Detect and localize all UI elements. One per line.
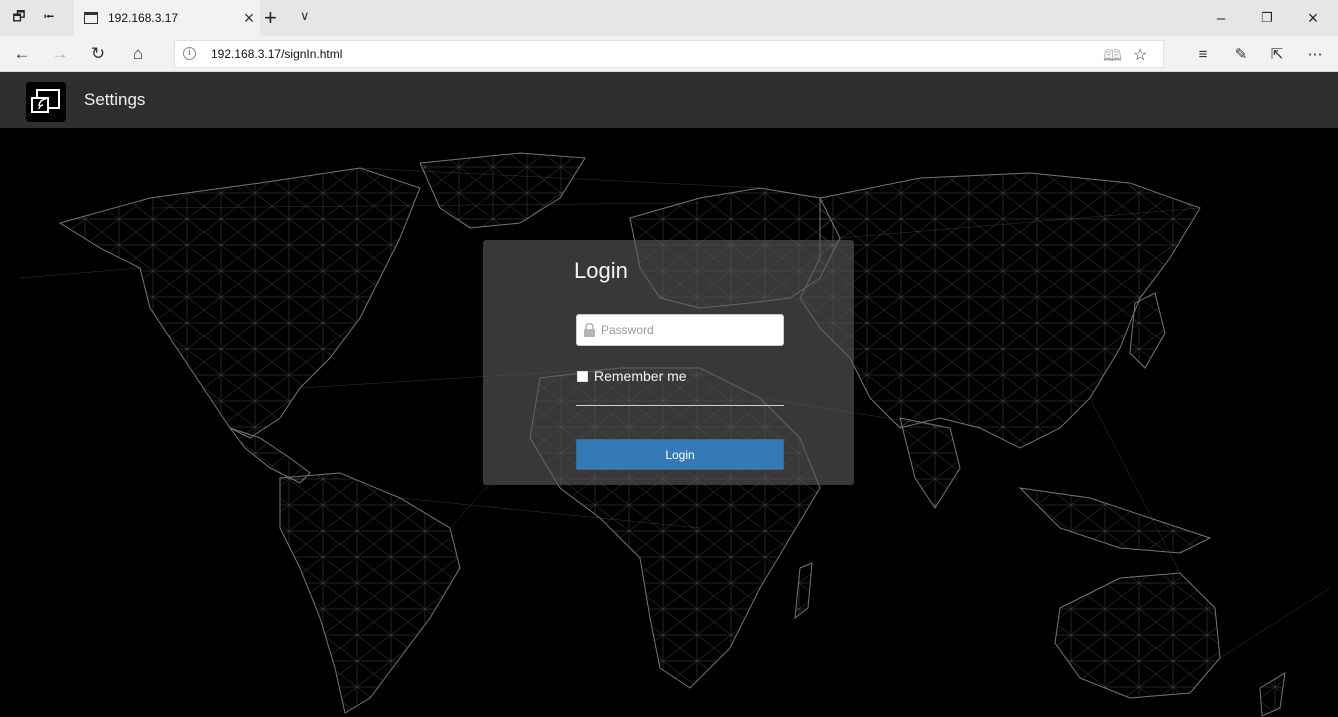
back-icon[interactable]: ← [4, 36, 40, 72]
new-tab-icon[interactable]: + [264, 5, 277, 31]
login-panel: Login Remember me Login [483, 240, 854, 485]
password-field[interactable] [576, 314, 784, 346]
tab-title: 192.168.3.17 [108, 11, 179, 25]
page-icon [84, 12, 98, 24]
refresh-icon[interactable]: ↻ [80, 36, 116, 72]
tabs-aside-icon[interactable]: 🗗 [6, 0, 32, 36]
login-heading: Login [574, 258, 628, 283]
lock-icon [584, 323, 595, 337]
remember-me-checkbox[interactable] [577, 370, 588, 382]
password-input[interactable] [601, 315, 781, 345]
tab-preview-chevron-icon[interactable]: ∨ [300, 8, 310, 24]
remember-me-option[interactable]: Remember me [577, 368, 687, 384]
restore-icon[interactable]: ❐ [1244, 0, 1290, 36]
tab-close-icon[interactable]: × [238, 8, 260, 29]
login-button[interactable]: Login [576, 439, 784, 470]
forward-icon[interactable]: → [42, 36, 78, 72]
favorites-hub-icon[interactable]: ≡ [1186, 36, 1220, 72]
app-header: Settings [0, 72, 1338, 128]
site-info-icon[interactable]: i [183, 47, 196, 60]
favorite-star-icon[interactable]: ☆ [1133, 45, 1147, 65]
browser-tab[interactable]: 192.168.3.17 × [74, 0, 260, 36]
address-url[interactable]: 192.168.3.17/signIn.html [211, 47, 342, 61]
add-notes-icon[interactable]: ✎ [1224, 36, 1258, 72]
home-icon[interactable]: ⌂ [120, 36, 156, 72]
browser-nav-bar: ← → ↻ ⌂ i 192.168.3.17/signIn.html 🕮 ☆ ≡… [0, 36, 1338, 72]
close-window-icon[interactable]: × [1290, 0, 1336, 36]
remember-me-label[interactable]: Remember me [594, 368, 687, 384]
set-tabs-aside-icon[interactable]: ⭰ [36, 0, 62, 36]
reading-view-icon[interactable]: 🕮 [1103, 45, 1122, 72]
address-bar[interactable]: i 192.168.3.17/signIn.html 🕮 ☆ [174, 40, 1164, 68]
minimize-icon[interactable]: – [1198, 0, 1244, 36]
more-icon[interactable]: ⋯ [1298, 36, 1332, 72]
page-content: Settings Login Remember me Login [0, 72, 1338, 717]
divider [576, 405, 784, 406]
share-icon[interactable]: ⇱ [1260, 36, 1294, 72]
screen-cast-icon [26, 82, 66, 122]
browser-tab-bar: 🗗 ⭰ 192.168.3.17 × + ∨ – ❐ × [0, 0, 1338, 36]
app-title: Settings [84, 90, 146, 109]
